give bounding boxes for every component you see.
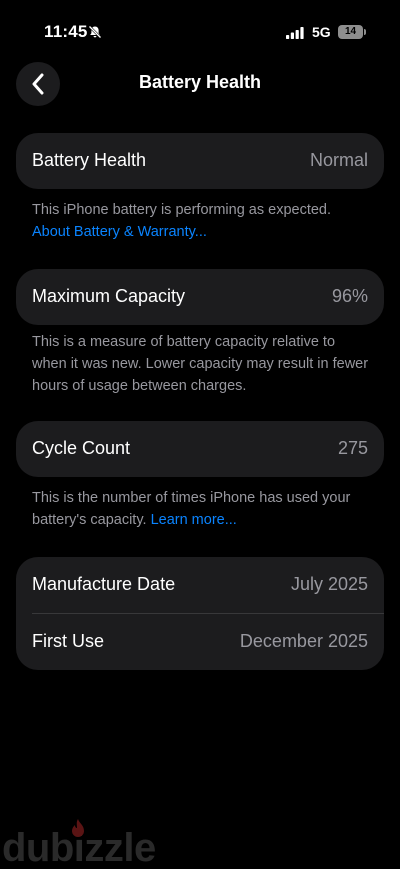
battery-level: 14 <box>338 25 363 39</box>
first-use-value: December 2025 <box>239 631 368 651</box>
cycle-count-label: Cycle Count <box>32 438 131 458</box>
manufacture-date-value: July 2025 <box>290 574 368 594</box>
learn-more-link[interactable]: Learn more... <box>151 512 237 528</box>
manufacture-date-row: Manufacture Date July 2025 <box>16 557 384 613</box>
network-type: 5G <box>312 24 331 40</box>
cycle-count-row: Cycle Count 275 <box>16 421 384 477</box>
about-battery-warranty-link[interactable]: About Battery & Warranty... <box>32 221 372 243</box>
maximum-capacity-card: Maximum Capacity 96% <box>16 269 384 325</box>
status-time: 11:45 <box>44 22 88 41</box>
battery-health-description: This iPhone battery is performing as exp… <box>32 202 332 218</box>
cycle-count-card: Cycle Count 275 <box>16 421 384 477</box>
cellular-signal-icon <box>286 27 304 39</box>
status-bar: 11:45 5G 14 <box>0 0 400 56</box>
battery-health-note: This iPhone battery is performing as exp… <box>32 199 372 243</box>
maximum-capacity-row: Maximum Capacity 96% <box>16 269 384 325</box>
battery-health-label: Battery Health <box>32 150 147 170</box>
battery-health-row: Battery Health Normal <box>16 133 384 189</box>
battery-health-card: Battery Health Normal <box>16 133 384 189</box>
battery-health-value: Normal <box>309 150 368 170</box>
maximum-capacity-value: 96% <box>331 286 368 306</box>
first-use-label: First Use <box>32 631 104 651</box>
silent-bell-icon <box>88 25 102 39</box>
dates-card: Manufacture Date July 2025 First Use Dec… <box>16 557 384 670</box>
cycle-count-note: This is the number of times iPhone has u… <box>32 487 372 531</box>
maximum-capacity-label: Maximum Capacity <box>32 286 186 306</box>
first-use-row: First Use December 2025 <box>16 614 384 670</box>
manufacture-date-label: Manufacture Date <box>32 574 176 594</box>
battery-icon: 14 <box>338 25 366 39</box>
page-title: Battery Health <box>138 72 262 92</box>
cycle-count-value: 275 <box>337 438 368 458</box>
maximum-capacity-note: This is a measure of battery capacity re… <box>32 334 369 394</box>
battery-health-screen: 11:45 5G 14 Battery Health Battery Healt… <box>0 0 400 869</box>
flame-icon <box>72 819 84 837</box>
battery-tip <box>364 29 366 35</box>
